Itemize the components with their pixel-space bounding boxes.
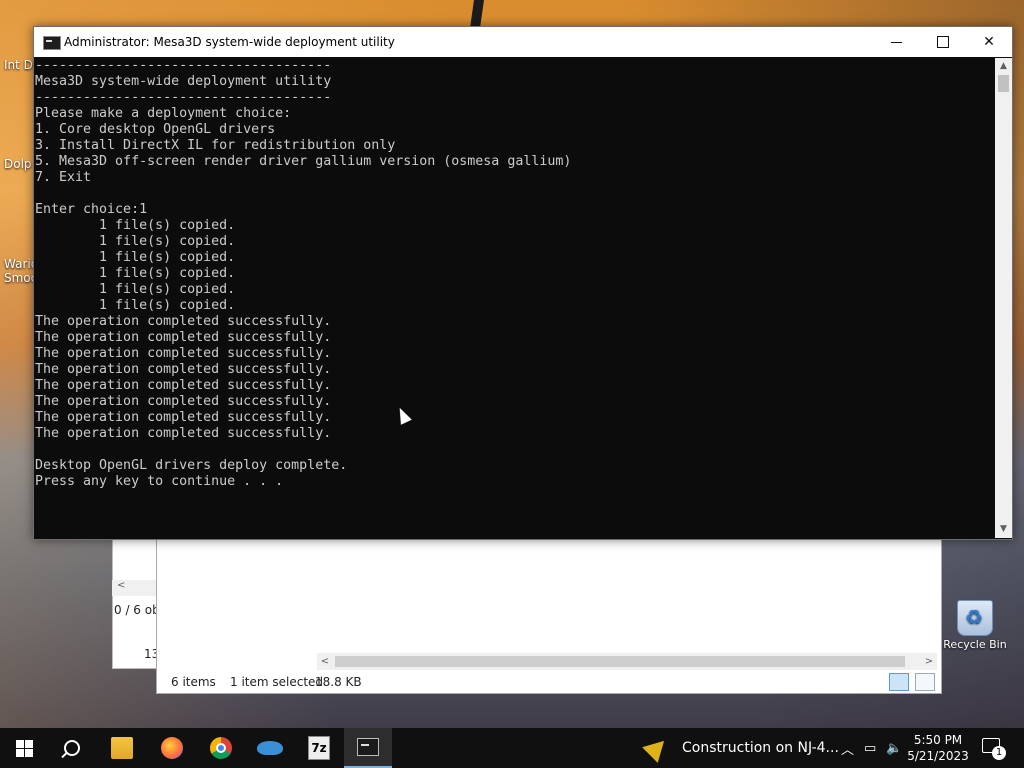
scroll-down-icon[interactable]: ▼ <box>995 521 1012 538</box>
console-line: The operation completed successfully. <box>35 410 332 425</box>
action-center-button[interactable]: 1 <box>980 736 1006 760</box>
console-line: Please make a deployment choice: <box>35 106 292 121</box>
scroll-left-icon[interactable]: < <box>317 653 333 670</box>
windows-logo-icon <box>15 739 33 757</box>
file-explorer-window[interactable]: < > 6 items 1 item selected 18.8 KB <box>156 537 942 694</box>
horizontal-scrollbar[interactable]: < > <box>317 653 937 670</box>
console-window[interactable]: Administrator: Mesa3D system-wide deploy… <box>33 26 1013 540</box>
console-line: The operation completed successfully. <box>35 330 332 345</box>
network-icon[interactable]: ▭ <box>864 741 876 756</box>
console-line: 1 file(s) copied. <box>35 250 236 265</box>
console-text: ------------------------------------- Mes… <box>34 58 995 490</box>
console-line: ------------------------------------- <box>35 90 332 105</box>
command-prompt-icon[interactable] <box>43 36 61 50</box>
7zip-icon: 7z <box>308 736 330 760</box>
chrome-icon <box>210 737 232 759</box>
console-line: The operation completed successfully. <box>35 346 332 361</box>
large-icons-view-icon[interactable] <box>915 673 935 691</box>
details-view-icon[interactable] <box>889 673 910 691</box>
console-line: Enter choice:1 <box>35 202 148 217</box>
console-line: 1 file(s) copied. <box>35 282 236 297</box>
console-line: 1 file(s) copied. <box>35 298 236 313</box>
command-prompt-icon <box>357 738 379 756</box>
desktop-icon-label-3[interactable]: Wario Smoo <box>4 257 38 285</box>
clock-date: 5/21/2023 <box>907 749 969 763</box>
maximize-button[interactable] <box>920 27 966 57</box>
console-line: 1 file(s) copied. <box>35 218 236 233</box>
console-line: ------------------------------------- <box>35 58 332 73</box>
console-line: 1 file(s) copied. <box>35 234 236 249</box>
console-line: 1. Core desktop OpenGL drivers <box>35 122 276 137</box>
status-selected: 1 item selected <box>230 675 324 689</box>
news-headline: Construction on NJ-4... <box>682 740 839 756</box>
vertical-scrollbar[interactable]: ▲ ▼ <box>995 58 1012 538</box>
console-line: The operation completed successfully. <box>35 378 332 393</box>
taskbar-dolphin[interactable] <box>246 728 294 768</box>
console-line: Desktop OpenGL drivers deploy complete. <box>35 458 348 473</box>
console-line: The operation completed successfully. <box>35 426 332 441</box>
minimize-button[interactable] <box>874 27 920 57</box>
dolphin-icon <box>257 741 283 755</box>
search-icon <box>64 740 80 756</box>
console-line: The operation completed successfully. <box>35 314 332 329</box>
console-line: The operation completed successfully. <box>35 362 332 377</box>
title-bar[interactable]: Administrator: Mesa3D system-wide deploy… <box>34 27 1012 57</box>
background-status-text: 0 / 6 obj <box>114 603 156 617</box>
console-line: 5. Mesa3D off-screen render driver galli… <box>35 154 572 169</box>
console-line: 3. Install DirectX IL for redistribution… <box>35 138 396 153</box>
status-size: 18.8 KB <box>315 675 362 689</box>
start-button[interactable] <box>0 728 48 768</box>
scroll-up-icon[interactable]: ▲ <box>995 58 1012 75</box>
desktop-icon-label-2[interactable]: Dolp <box>4 157 32 171</box>
volume-icon[interactable]: 🔈 <box>886 741 902 756</box>
search-button[interactable] <box>48 728 96 768</box>
console-line: 7. Exit <box>35 170 92 185</box>
background-scrollbar[interactable]: < <box>112 580 156 596</box>
taskbar-firefox[interactable] <box>148 728 196 768</box>
chevron-up-icon[interactable]: ︿ <box>841 739 854 758</box>
console-output[interactable]: ------------------------------------- Mes… <box>34 58 995 538</box>
clock-time: 5:50 PM <box>913 733 963 747</box>
news-widget[interactable]: Construction on NJ-4... <box>642 728 839 768</box>
firefox-icon <box>161 737 183 759</box>
console-line: 1 file(s) copied. <box>35 266 236 281</box>
status-bar: 6 items 1 item selected 18.8 KB <box>157 672 941 692</box>
clock[interactable]: 5:50 PM 5/21/2023 <box>905 732 971 764</box>
system-tray: ︿ ▭ 🔈 <box>836 728 908 768</box>
taskbar: 7z Construction on NJ-4... ︿ ▭ 🔈 5:50 PM… <box>0 728 1024 768</box>
scrollbar-thumb[interactable] <box>335 656 905 667</box>
taskbar-chrome[interactable] <box>197 728 245 768</box>
taskbar-file-explorer[interactable] <box>98 728 146 768</box>
console-line: Mesa3D system-wide deployment utility <box>35 74 332 89</box>
notification-badge: 1 <box>992 746 1006 760</box>
taskbar-7zip[interactable]: 7z <box>295 728 343 768</box>
scroll-left-icon[interactable]: < <box>117 580 125 591</box>
recycle-bin-label: Recycle Bin <box>943 638 1007 651</box>
recycle-bin-shortcut[interactable]: Recycle Bin <box>940 600 1010 651</box>
status-item-count: 6 items <box>171 675 216 689</box>
view-toggle <box>887 673 935 694</box>
recycle-bin-icon <box>957 600 993 636</box>
taskbar-command-prompt[interactable] <box>344 728 392 768</box>
scrollbar-thumb[interactable] <box>998 75 1009 92</box>
console-line: The operation completed successfully. <box>35 394 332 409</box>
scroll-right-icon[interactable]: > <box>921 653 937 670</box>
traffic-warning-icon <box>642 733 672 763</box>
close-button[interactable]: ✕ <box>966 27 1012 57</box>
console-line: Press any key to continue . . . <box>35 474 284 489</box>
folder-icon <box>111 737 133 759</box>
window-title: Administrator: Mesa3D system-wide deploy… <box>64 35 395 49</box>
